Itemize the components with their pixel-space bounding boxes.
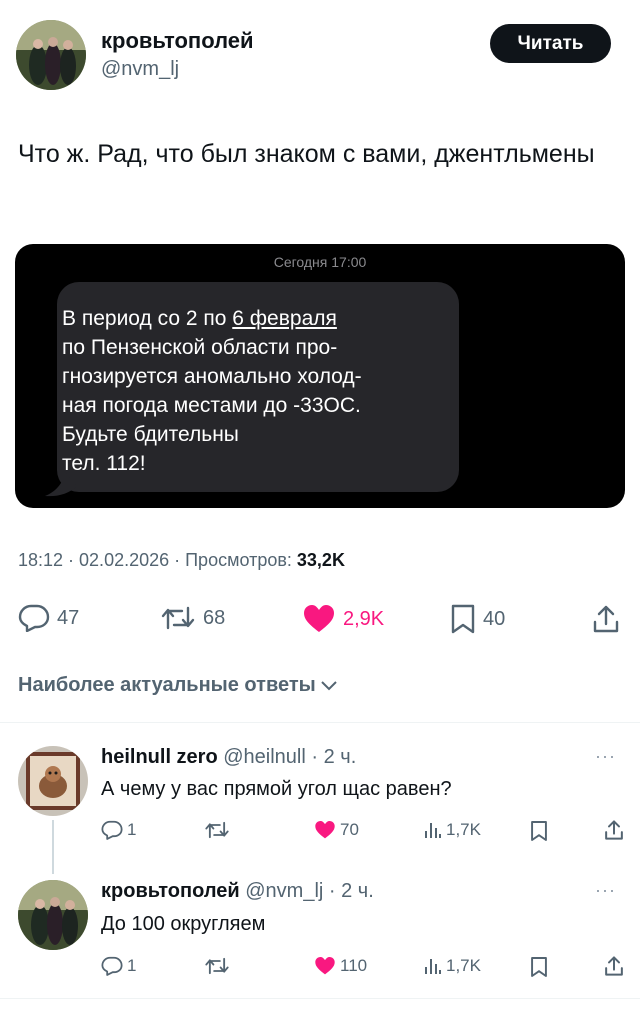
tweet-timestamp: 18:12 · 02.02.2026 · Просмотров:	[18, 550, 297, 570]
reply-reply-count: 1	[127, 820, 137, 839]
tweet-text: Что ж. Рад, что был знаком с вами, джент…	[18, 140, 595, 168]
author-avatar[interactable]	[16, 20, 86, 90]
share-icon	[593, 605, 619, 633]
reply-header: кровьтополей @nvm_lj · 2 ч.	[101, 880, 374, 903]
sms-timestamp: Сегодня 17:00	[273, 254, 367, 270]
sms-line: тел. 112!	[62, 452, 146, 475]
thread-line	[52, 820, 54, 874]
heart-icon	[315, 956, 335, 975]
more-options-icon[interactable]: ···	[595, 880, 616, 901]
reply-like-button[interactable]: 70	[314, 820, 359, 840]
reply-share-button[interactable]	[604, 955, 624, 977]
repost-icon	[205, 821, 229, 839]
replies-sort-dropdown[interactable]: Наиболее актуальные ответы	[18, 674, 338, 697]
tweet-image[interactable]: Сегодня 17:00 В период со 2 по 6 февраля…	[15, 244, 625, 508]
reply-views-count: 1,7K	[446, 956, 481, 975]
sms-date-link: 6 февраля	[232, 307, 337, 330]
reply-bookmark-button[interactable]	[530, 820, 548, 842]
reply-icon	[101, 956, 123, 976]
share-button[interactable]	[592, 604, 620, 634]
heart-icon	[304, 605, 334, 632]
tweet-meta: 18:12 · 02.02.2026 · Просмотров: 33,2K	[18, 550, 345, 571]
reply-handle-time[interactable]: @nvm_lj · 2 ч.	[245, 880, 374, 902]
like-button[interactable]: 2,9K	[302, 604, 384, 634]
sms-line: гнозируется аномально холод-	[62, 365, 362, 388]
bookmark-icon	[531, 821, 547, 841]
reply-text: А чему у вас прямой угол щас равен?	[101, 778, 452, 800]
share-icon	[605, 956, 623, 976]
bookmark-icon	[451, 604, 475, 634]
reply-repost-button[interactable]	[204, 820, 230, 840]
reply-handle-time[interactable]: @heilnull · 2 ч.	[223, 746, 356, 768]
follow-button[interactable]: Читать	[490, 24, 611, 63]
chevron-down-icon	[321, 680, 337, 690]
reply-header: heilnull zero @heilnull · 2 ч.	[101, 746, 356, 769]
reply-icon	[18, 604, 50, 632]
reply-share-button[interactable]	[604, 819, 624, 841]
author-handle[interactable]: @nvm_lj	[101, 58, 179, 81]
section-title: Наиболее актуальные ответы	[18, 674, 316, 696]
reply-icon	[101, 820, 123, 840]
reply-views-count: 1,7K	[446, 820, 481, 839]
repost-icon	[205, 957, 229, 975]
reply-bookmark-button[interactable]	[530, 956, 548, 978]
views-icon	[425, 823, 441, 838]
reply-repost-button[interactable]	[204, 956, 230, 976]
divider	[0, 998, 640, 999]
more-options-icon[interactable]: ···	[595, 746, 616, 767]
heart-icon	[315, 820, 335, 839]
views-icon	[425, 959, 441, 974]
reply-like-button[interactable]: 110	[314, 956, 367, 976]
divider	[0, 722, 640, 723]
bookmark-icon	[531, 957, 547, 977]
sms-line: В период со 2 по 6 февраля	[62, 307, 337, 330]
sms-line: ная погода местами до -33ОС.	[62, 394, 361, 417]
repost-icon	[161, 606, 195, 630]
reply-text: До 100 округляем	[101, 913, 266, 935]
reply-author-name[interactable]: кровьтополей	[101, 880, 240, 902]
reply-reply-button[interactable]: 1	[101, 956, 136, 976]
reply-author-name[interactable]: heilnull zero	[101, 746, 218, 768]
reply-button[interactable]: 47	[18, 604, 79, 632]
reply-like-count: 110	[340, 956, 368, 975]
view-count: 33,2K	[296, 550, 345, 570]
sms-line: Будьте бдительны	[62, 423, 239, 446]
repost-button[interactable]: 68	[160, 604, 225, 632]
reply-views-button[interactable]: 1,7K	[424, 820, 481, 840]
reply-like-count: 70	[340, 820, 359, 839]
sms-text: В период со 2 по 6 февраля по Пензенской…	[62, 304, 462, 478]
reply-views-button[interactable]: 1,7K	[424, 956, 481, 976]
author-name[interactable]: кровьтополей	[101, 28, 254, 54]
bookmark-count: 40	[483, 607, 506, 630]
reply-avatar[interactable]	[18, 746, 88, 816]
like-count: 2,9K	[343, 607, 385, 630]
share-icon	[605, 820, 623, 840]
reply-count: 47	[57, 606, 80, 629]
bookmark-button[interactable]: 40	[450, 604, 505, 634]
sms-line: по Пензенской области про-	[62, 336, 338, 359]
reply-avatar[interactable]	[18, 880, 88, 950]
reply-reply-count: 1	[127, 956, 137, 975]
reply-reply-button[interactable]: 1	[101, 820, 136, 840]
repost-count: 68	[203, 606, 226, 629]
